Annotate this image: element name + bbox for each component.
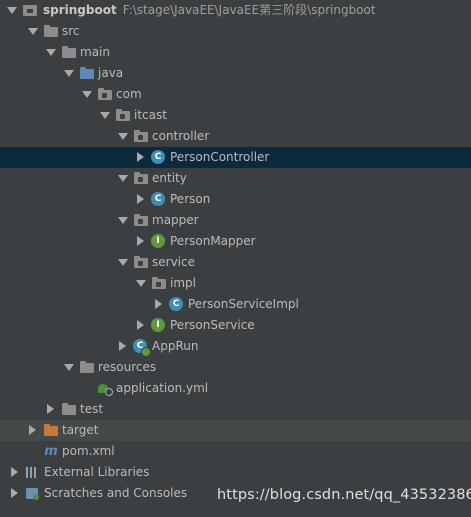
chevron-down-icon[interactable] bbox=[62, 63, 76, 84]
chevron-right-icon[interactable] bbox=[43, 399, 57, 420]
chevron-right-icon[interactable] bbox=[7, 483, 21, 504]
runnable-class-icon: C bbox=[132, 336, 151, 357]
package-icon bbox=[133, 252, 149, 273]
tree-item-main[interactable]: main bbox=[0, 42, 471, 63]
chevron-right-icon[interactable] bbox=[25, 420, 39, 441]
chevron-right-icon[interactable] bbox=[151, 294, 165, 315]
tree-item-target[interactable]: target bbox=[0, 420, 471, 441]
tree-item-label: service bbox=[152, 255, 195, 269]
interface-icon: I bbox=[150, 315, 166, 336]
source-folder-icon bbox=[79, 63, 95, 84]
tree-item-label: com bbox=[116, 87, 142, 101]
tree-item-label: test bbox=[80, 402, 104, 416]
tree-item-person[interactable]: C Person bbox=[0, 189, 471, 210]
chevron-down-icon[interactable] bbox=[116, 252, 130, 273]
tree-item-impl[interactable]: impl bbox=[0, 273, 471, 294]
tree-item-label: Scratches and Consoles bbox=[44, 486, 188, 500]
tree-item-label: impl bbox=[170, 276, 196, 290]
tree-item-label: main bbox=[80, 45, 110, 59]
project-path: F:\stage\JavaEE\JavaEE第三阶段\springboot bbox=[122, 3, 376, 17]
tree-item-external-libraries[interactable]: External Libraries bbox=[0, 462, 471, 483]
chevron-down-icon[interactable] bbox=[80, 84, 94, 105]
tree-item-label: PersonServiceImpl bbox=[188, 297, 299, 311]
chevron-down-icon[interactable] bbox=[62, 357, 76, 378]
package-icon bbox=[97, 84, 113, 105]
chevron-down-icon[interactable] bbox=[116, 210, 130, 231]
folder-icon bbox=[61, 42, 77, 63]
chevron-right-icon[interactable] bbox=[133, 315, 147, 336]
tree-item-springboot[interactable]: springboot F:\stage\JavaEE\JavaEE第三阶段\spr… bbox=[0, 0, 471, 21]
tree-item-app-run[interactable]: C AppRun bbox=[0, 336, 471, 357]
tree-item-com[interactable]: com bbox=[0, 84, 471, 105]
tree-item-mapper[interactable]: mapper bbox=[0, 210, 471, 231]
interface-icon: I bbox=[150, 231, 166, 252]
tree-item-label: entity bbox=[152, 171, 187, 185]
project-folder-icon bbox=[22, 0, 38, 21]
tree-item-label: src bbox=[62, 24, 80, 38]
chevron-down-icon[interactable] bbox=[26, 21, 40, 42]
chevron-down-icon[interactable] bbox=[44, 42, 58, 63]
tree-item-label: resources bbox=[98, 360, 157, 374]
tree-item-label: java bbox=[98, 66, 124, 80]
tree-item-test[interactable]: test bbox=[0, 399, 471, 420]
tree-item-person-controller[interactable]: C PersonController bbox=[0, 147, 471, 168]
tree-item-entity[interactable]: entity bbox=[0, 168, 471, 189]
tree-item-application-yml[interactable]: application.yml bbox=[0, 378, 471, 399]
folder-icon bbox=[43, 21, 59, 42]
package-icon bbox=[133, 126, 149, 147]
tree-item-label: application.yml bbox=[116, 381, 209, 395]
folder-icon bbox=[61, 399, 77, 420]
project-name: springboot bbox=[43, 3, 117, 17]
chevron-right-icon[interactable] bbox=[133, 147, 147, 168]
excluded-folder-icon bbox=[43, 420, 59, 441]
project-tree: springboot F:\stage\JavaEE\JavaEE第三阶段\spr… bbox=[0, 0, 471, 504]
tree-item-person-service-impl[interactable]: C PersonServiceImpl bbox=[0, 294, 471, 315]
chevron-down-icon[interactable] bbox=[5, 0, 19, 21]
tree-item-label: controller bbox=[152, 129, 210, 143]
package-icon bbox=[133, 210, 149, 231]
chevron-right-icon[interactable] bbox=[7, 462, 21, 483]
tree-item-label: pom.xml bbox=[62, 444, 115, 458]
tree-item-src[interactable]: src bbox=[0, 21, 471, 42]
class-icon: C bbox=[150, 189, 166, 210]
tree-item-itcast[interactable]: itcast bbox=[0, 105, 471, 126]
scratches-icon bbox=[25, 483, 41, 504]
maven-icon: m bbox=[44, 444, 58, 459]
resources-folder-icon bbox=[79, 357, 95, 378]
tree-item-resources[interactable]: resources bbox=[0, 357, 471, 378]
chevron-right-icon[interactable] bbox=[133, 231, 147, 252]
tree-item-java[interactable]: java bbox=[0, 63, 471, 84]
tree-item-label: target bbox=[62, 423, 99, 437]
tree-item-pom[interactable]: m pom.xml bbox=[0, 441, 471, 462]
package-icon bbox=[115, 105, 131, 126]
yml-file-icon bbox=[97, 378, 113, 399]
class-icon: C bbox=[168, 294, 184, 315]
tree-item-label: AppRun bbox=[152, 339, 199, 353]
package-icon bbox=[151, 273, 167, 294]
chevron-down-icon[interactable] bbox=[116, 168, 130, 189]
chevron-down-icon[interactable] bbox=[98, 105, 112, 126]
chevron-down-icon[interactable] bbox=[134, 273, 148, 294]
tree-item-person-mapper[interactable]: I PersonMapper bbox=[0, 231, 471, 252]
tree-item-controller[interactable]: controller bbox=[0, 126, 471, 147]
tree-item-label: PersonController bbox=[170, 150, 270, 164]
tree-item-label: Person bbox=[170, 192, 211, 206]
tree-item-label: PersonMapper bbox=[170, 234, 256, 248]
tree-item-service[interactable]: service bbox=[0, 252, 471, 273]
tree-item-person-service[interactable]: I PersonService bbox=[0, 315, 471, 336]
class-icon: C bbox=[150, 147, 166, 168]
tree-item-label: mapper bbox=[152, 213, 199, 227]
chevron-right-icon[interactable] bbox=[115, 336, 129, 357]
tree-item-label: External Libraries bbox=[44, 465, 150, 479]
tree-item-label: itcast bbox=[134, 108, 167, 122]
tree-item-label: PersonService bbox=[170, 318, 255, 332]
package-icon bbox=[133, 168, 149, 189]
libraries-icon bbox=[25, 462, 41, 483]
chevron-right-icon[interactable] bbox=[133, 189, 147, 210]
watermark-text: https://blog.csdn.net/qq_43532386 bbox=[217, 487, 471, 503]
chevron-down-icon[interactable] bbox=[116, 126, 130, 147]
